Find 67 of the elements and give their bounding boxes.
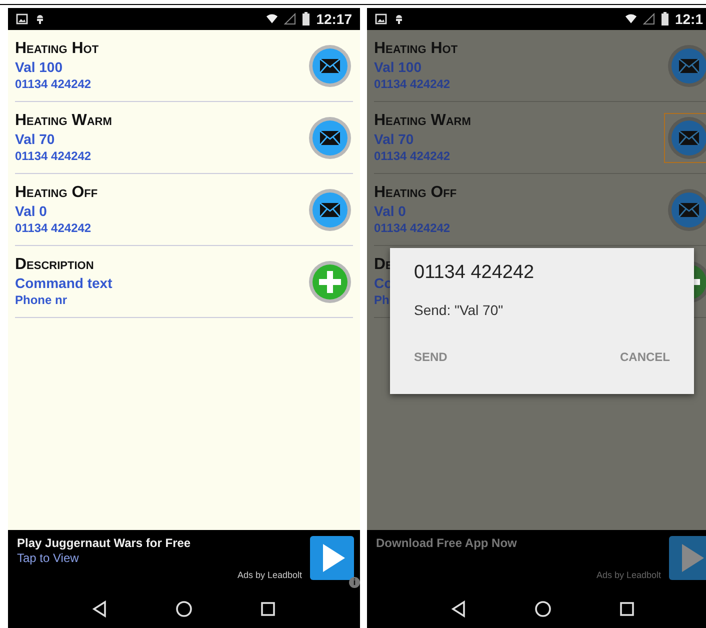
play-icon[interactable] bbox=[310, 536, 354, 580]
envelope-icon bbox=[667, 188, 706, 232]
ad-headline: Play Juggernaut Wars for Free bbox=[17, 536, 191, 550]
item-title: Heating Warm bbox=[15, 111, 112, 131]
list-item[interactable]: Heating Hot Val 100 01134 424242 bbox=[15, 30, 353, 102]
clock-time: 12:17 bbox=[316, 11, 352, 27]
item-phone: Phone nr bbox=[15, 292, 68, 308]
back-icon[interactable] bbox=[450, 600, 468, 618]
recents-icon[interactable] bbox=[618, 600, 636, 618]
envelope-icon bbox=[308, 116, 352, 160]
item-title: Heating Hot bbox=[15, 39, 99, 59]
list-item[interactable]: Heating Off Val 0 01134 424242 bbox=[15, 174, 353, 246]
back-icon[interactable] bbox=[91, 600, 109, 618]
list-item[interactable]: Heating Warm Val 70 01134 424242 bbox=[374, 102, 706, 174]
item-phone: Ph bbox=[374, 292, 390, 308]
ad-banner[interactable]: Download Free App Now Ads by Leadbolt bbox=[367, 530, 706, 590]
list-item[interactable]: Heating Warm Val 70 01134 424242 bbox=[15, 102, 353, 174]
battery-icon bbox=[302, 12, 310, 26]
ad-credit: Ads by Leadbolt bbox=[237, 570, 302, 580]
list-item[interactable]: Description Command text Phone nr bbox=[15, 246, 353, 318]
image-icon bbox=[375, 13, 387, 25]
item-phone: 01134 424242 bbox=[374, 148, 450, 164]
ad-link[interactable]: Tap to View bbox=[17, 551, 79, 565]
item-title: Heating Off bbox=[15, 183, 98, 203]
ad-headline: Download Free App Now bbox=[376, 536, 517, 550]
item-command: Val 100 bbox=[15, 59, 62, 76]
item-title: Heating Warm bbox=[374, 111, 471, 131]
list-item[interactable]: Heating Hot Val 100 01134 424242 bbox=[374, 30, 706, 102]
wifi-icon bbox=[624, 13, 637, 25]
home-icon[interactable] bbox=[534, 600, 552, 618]
signal-icon bbox=[284, 13, 296, 25]
clock-time: 12:1 bbox=[674, 11, 703, 27]
item-phone: 01134 424242 bbox=[15, 148, 92, 164]
item-command: Val 70 bbox=[15, 131, 55, 148]
ad-banner[interactable]: Play Juggernaut Wars for Free Tap to View Ads by Leadbolt i bbox=[8, 530, 360, 590]
item-phone: 01134 424242 bbox=[15, 220, 92, 236]
envelope-icon bbox=[667, 44, 706, 88]
image-icon bbox=[16, 13, 28, 25]
item-title: Description bbox=[15, 255, 94, 275]
dialog-title: 01134 424242 bbox=[414, 262, 534, 284]
item-command: Command text bbox=[15, 275, 112, 292]
item-title: Heating Off bbox=[374, 183, 457, 203]
home-icon[interactable] bbox=[175, 600, 193, 618]
item-title: Heating Hot bbox=[374, 39, 458, 59]
battery-icon bbox=[660, 12, 669, 26]
item-command: Val 0 bbox=[374, 203, 406, 220]
dialog-button[interactable]: SEND bbox=[414, 346, 448, 368]
recents-icon[interactable] bbox=[259, 600, 277, 618]
envelope-icon bbox=[667, 116, 706, 160]
ad-credit: Ads by Leadbolt bbox=[596, 570, 661, 580]
dialog-button[interactable]: CANCEL bbox=[620, 346, 670, 368]
envelope-icon bbox=[308, 188, 352, 232]
item-phone: 01134 424242 bbox=[15, 76, 92, 92]
plus-icon bbox=[308, 260, 352, 304]
item-phone: 01134 424242 bbox=[374, 76, 450, 92]
dialog-message: Send: "Val 70" bbox=[414, 302, 504, 318]
wifi-icon bbox=[266, 13, 278, 25]
item-phone: 01134 424242 bbox=[374, 220, 450, 236]
item-command: Val 0 bbox=[15, 203, 47, 220]
envelope-icon bbox=[308, 44, 352, 88]
list-item[interactable]: Heating Off Val 0 01134 424242 bbox=[374, 174, 706, 246]
item-command: Val 100 bbox=[374, 59, 422, 76]
android-icon bbox=[34, 13, 46, 25]
android-icon bbox=[393, 13, 405, 25]
info-badge[interactable]: i bbox=[349, 577, 360, 588]
item-command: Val 70 bbox=[374, 131, 414, 148]
signal-icon bbox=[642, 13, 655, 25]
